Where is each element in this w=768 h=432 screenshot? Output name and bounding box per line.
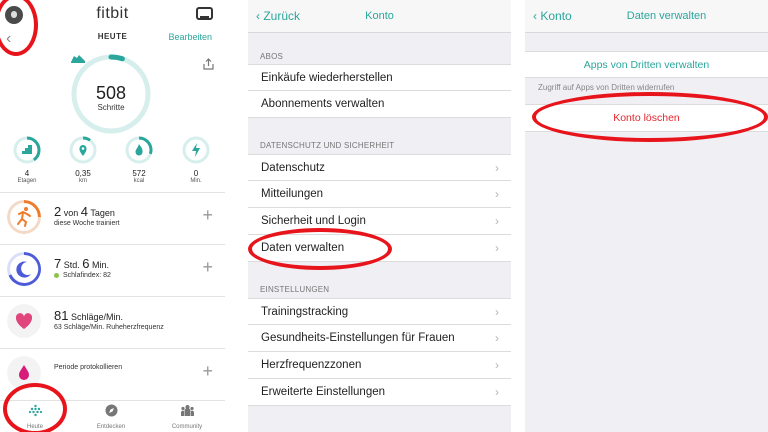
heart-rate-summary: 81 Schläge/Min. <box>54 308 124 323</box>
bolt-icon <box>182 136 210 164</box>
chevron-right-icon: › <box>495 241 499 255</box>
manage-data-screen: ‹ Konto Daten verwalten Apps von Dritten… <box>525 0 768 432</box>
tab-label: Entdecken <box>96 424 126 430</box>
stat-ring <box>13 136 41 164</box>
nav-title: Konto <box>365 10 394 22</box>
compass-icon <box>105 404 117 417</box>
add-exercise-icon[interactable]: + <box>202 206 213 224</box>
account-screen: ‹ Zurück Konto ABOS Einkäufe wiederherst… <box>248 0 511 432</box>
nav-title: Daten verwalten <box>626 10 707 22</box>
chevron-right-icon: › <box>495 331 499 345</box>
stat-label: km <box>79 178 87 184</box>
button-label: Apps von Dritten verwalten <box>583 59 710 71</box>
tab-label: Community <box>171 424 203 430</box>
add-sleep-icon[interactable]: + <box>202 258 213 276</box>
highlight-ellipse <box>3 383 67 432</box>
cell-restore-purchases[interactable]: Einkäufe wiederherstellen <box>248 64 511 91</box>
cell-advanced-settings[interactable]: Erweiterte Einstellungen › <box>248 379 511 406</box>
cell-label: Einkäufe wiederherstellen <box>261 72 393 84</box>
fitbit-today-screen: fitbit ‹ HEUTE Bearbeiten 508 Schritte 4… <box>0 0 225 432</box>
period-label: Periode protokollieren <box>54 364 123 371</box>
chevron-right-icon: › <box>495 358 499 372</box>
back-chevron-icon: ‹ <box>533 9 537 23</box>
nav-bar: ‹ Konto Daten verwalten <box>525 0 768 33</box>
sleep-score: Schlafindex: 82 <box>54 272 111 279</box>
tab-entdecken[interactable]: Entdecken <box>81 404 141 430</box>
section-header-settings: EINSTELLUNGEN <box>260 285 330 294</box>
sleep-summary: 7 Std. 6 Min. <box>54 256 110 271</box>
flame-icon <box>125 136 153 164</box>
stat-distance[interactable]: 0,35 km <box>63 136 103 184</box>
stat-value: 572 <box>132 169 146 178</box>
cell-manage-subscriptions[interactable]: Abonnements verwalten <box>248 91 511 118</box>
cell-label: Erweiterte Einstellungen <box>261 386 386 398</box>
stats-row: 4 Etagen 0,35 km 572 kcal 0 Min. <box>0 136 225 188</box>
heart-rate-tile[interactable]: 81 Schläge/Min. 63 Schläge/Min. Ruheherz… <box>0 296 225 348</box>
chevron-right-icon: › <box>495 385 499 399</box>
shoe-icon <box>71 55 85 63</box>
location-pin-icon <box>69 136 97 164</box>
cell-exercise-tracking[interactable]: Trainingstracking › <box>248 298 511 325</box>
stat-active-minutes[interactable]: 0 Min. <box>176 136 216 184</box>
steps-ring[interactable]: 508 Schritte <box>70 53 152 135</box>
highlight-ellipse <box>532 92 768 142</box>
exercise-summary: 2 von 4 Tagen <box>54 204 115 219</box>
section-header-abos: ABOS <box>260 52 284 61</box>
heart-icon <box>7 304 41 338</box>
resting-heart-rate: 63 Schläge/Min. Ruheherzfrequenz <box>54 324 164 331</box>
chevron-right-icon: › <box>495 214 499 228</box>
steps-value: 508 <box>95 83 127 103</box>
inbox-icon[interactable] <box>196 7 213 20</box>
edit-link[interactable]: Bearbeiten <box>168 32 212 42</box>
cell-label: Herzfrequenzzonen <box>261 359 362 371</box>
stat-label: Etagen <box>17 178 37 184</box>
chevron-right-icon: › <box>495 161 499 175</box>
exercise-subtext: diese Woche trainiert <box>54 220 120 227</box>
running-person-icon <box>7 200 41 234</box>
steps-label: Schritte <box>97 103 125 112</box>
third-party-note: Zugriff auf Apps von Dritten widerrufen <box>538 83 675 92</box>
moon-icon <box>7 252 41 286</box>
stat-value: 4 <box>24 169 30 178</box>
section-header-privacy: DATENSCHUTZ UND SICHERHEIT <box>260 141 395 150</box>
cell-privacy[interactable]: Datenschutz › <box>248 154 511 181</box>
cell-womens-health[interactable]: Gesundheits-Einstellungen für Frauen › <box>248 325 511 352</box>
stat-label: Min. <box>190 178 202 184</box>
cell-label: Abonnements verwalten <box>261 98 385 110</box>
exercise-tile[interactable]: 2 von 4 Tagen diese Woche trainiert + <box>0 192 225 244</box>
panel-gap <box>511 0 525 432</box>
stat-label: kcal <box>133 178 145 184</box>
people-icon <box>180 405 194 416</box>
tab-community[interactable]: Community <box>157 404 217 430</box>
stat-floors[interactable]: 4 Etagen <box>7 136 47 184</box>
stat-value: 0 <box>193 169 199 178</box>
cell-label: Mitteilungen <box>261 188 324 200</box>
chevron-right-icon: › <box>495 187 499 201</box>
highlight-ellipse <box>248 228 392 270</box>
cell-heart-rate-zones[interactable]: Herzfrequenzzonen › <box>248 352 511 379</box>
nav-bar: ‹ Zurück Konto <box>248 0 511 33</box>
chevron-right-icon: › <box>495 305 499 319</box>
cell-label: Trainingstracking <box>261 306 349 318</box>
score-dot <box>54 272 59 278</box>
stat-value: 0,35 <box>75 169 91 178</box>
panel-gap <box>225 0 248 432</box>
share-icon[interactable] <box>203 58 214 70</box>
cell-notifications[interactable]: Mitteilungen › <box>248 181 511 208</box>
manage-third-party-apps-button[interactable]: Apps von Dritten verwalten <box>525 51 768 78</box>
stat-calories[interactable]: 572 kcal <box>119 136 159 184</box>
cell-label: Gesundheits-Einstellungen für Frauen <box>261 332 455 344</box>
cell-label: Sicherheit und Login <box>261 215 366 227</box>
cell-label: Datenschutz <box>261 162 325 174</box>
sleep-tile[interactable]: 7 Std. 6 Min. Schlafindex: 82 + <box>0 244 225 296</box>
highlight-ellipse <box>0 0 38 56</box>
add-period-icon[interactable]: + <box>202 362 213 380</box>
